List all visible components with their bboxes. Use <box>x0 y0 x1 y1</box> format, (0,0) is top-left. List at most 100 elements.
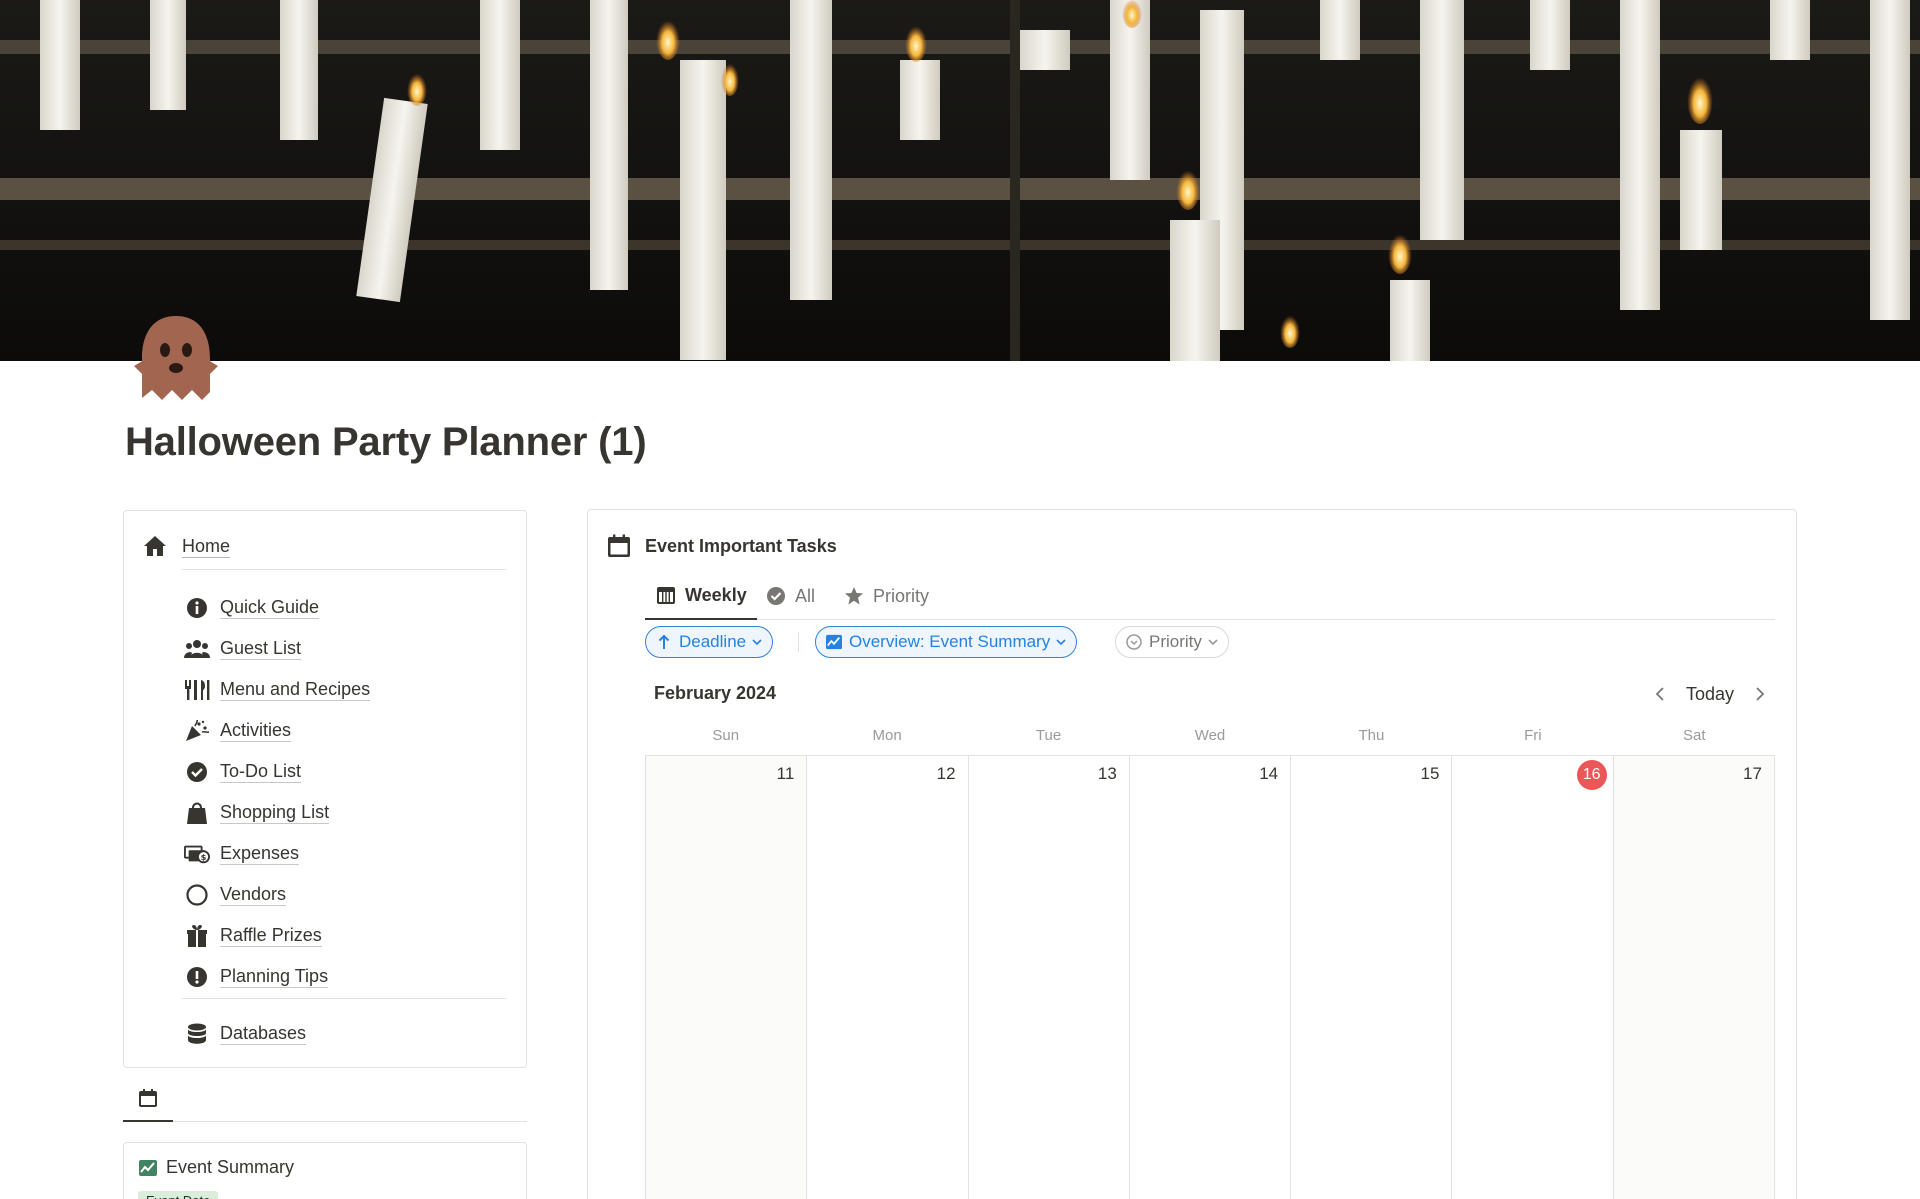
event-summary-card[interactable]: Event Summary Event Date <box>123 1142 527 1199</box>
pill-label: Deadline <box>679 632 747 651</box>
party-popper-icon <box>184 718 210 744</box>
weekday-header: Sun Mon Tue Wed Thu Fri Sat <box>645 720 1775 756</box>
nav-item-label: Quick Guide <box>220 597 320 619</box>
nav-item-vendors[interactable]: Vendors <box>184 874 504 915</box>
calendar-title: Event Important Tasks <box>645 535 837 556</box>
event-summary-label: Event Summary <box>166 1157 295 1177</box>
tab-all[interactable]: All <box>765 572 815 620</box>
nav-item-label: Planning Tips <box>220 966 329 988</box>
day-cell[interactable]: 11 <box>645 756 808 1199</box>
info-icon <box>184 595 210 621</box>
calendar-navigation: Today <box>1648 680 1772 708</box>
tab-priority[interactable]: Priority <box>843 572 929 620</box>
pill-label: Priority <box>1149 632 1202 651</box>
nav-item-to-do-list[interactable]: To-Do List <box>184 751 504 792</box>
calendar-icon <box>605 532 633 560</box>
nav-item-label: Vendors <box>220 884 287 906</box>
tab-label: All <box>795 585 816 606</box>
chevron-right-icon[interactable] <box>1748 680 1772 708</box>
event-summary-title: Event Summary <box>138 1157 294 1178</box>
nav-item-label: Guest List <box>220 638 302 660</box>
circle-icon <box>184 882 210 908</box>
summary-view-tabs <box>123 1080 527 1122</box>
calendar-header: Event Important Tasks <box>605 532 837 560</box>
priority-filter-pill[interactable]: Priority <box>1115 626 1229 658</box>
week-grid: 11 12 13 14 15 16 17 <box>645 756 1775 1199</box>
calendar-icon <box>138 1088 158 1113</box>
day-number: 12 <box>936 764 956 783</box>
nav-item-activities[interactable]: Activities <box>184 710 504 751</box>
candles-photo <box>0 0 1920 361</box>
nav-item-label: Activities <box>220 720 292 742</box>
ghost-icon[interactable] <box>128 312 224 408</box>
divider <box>182 569 506 570</box>
tab-calendar[interactable] <box>123 1080 173 1122</box>
weekday-label: Mon <box>872 727 902 744</box>
day-cell[interactable]: 17 <box>1613 756 1775 1199</box>
nav-item-quick-guide[interactable]: Quick Guide <box>184 587 504 628</box>
check-circle-icon <box>184 759 210 785</box>
chart-icon <box>138 1158 158 1178</box>
exclamation-icon <box>184 964 210 990</box>
chevron-down-icon <box>1056 638 1066 646</box>
gift-icon <box>184 923 210 949</box>
view-tabs: Weekly All Priority <box>645 572 1775 620</box>
month-label: February 2024 <box>654 683 777 703</box>
divider <box>182 998 506 999</box>
day-number: 17 <box>1743 764 1762 783</box>
chevron-down-icon <box>1208 638 1218 646</box>
nav-item-shopping-list[interactable]: Shopping List <box>184 792 504 833</box>
nav-item-label: Menu and Recipes <box>220 679 371 701</box>
weekday-label: Sun <box>712 727 740 744</box>
money-icon: $ <box>184 841 210 867</box>
cover-image <box>0 0 1920 361</box>
tab-weekly[interactable]: Weekly <box>645 572 757 620</box>
day-number: 15 <box>1420 764 1440 783</box>
nav-home-label: Home <box>182 535 231 558</box>
nav-item-label: Shopping List <box>220 802 330 824</box>
day-cell[interactable]: 16 <box>1452 756 1614 1199</box>
tab-label: Weekly <box>685 584 747 605</box>
day-cell[interactable]: 13 <box>968 756 1130 1199</box>
event-date-tag: Event Date <box>138 1191 219 1199</box>
weekday-label: Sat <box>1682 727 1706 744</box>
utensils-icon <box>184 677 210 703</box>
day-cell[interactable]: 14 <box>1129 756 1292 1199</box>
nav-item-databases[interactable]: Databases <box>184 1013 307 1054</box>
day-number: 14 <box>1259 764 1279 783</box>
today-button[interactable]: Today <box>1686 684 1734 705</box>
nav-item-label: Raffle Prizes <box>220 925 322 947</box>
weekday-label: Fri <box>1524 727 1542 744</box>
nav-item-label: To-Do List <box>220 761 302 783</box>
star-icon <box>843 585 865 607</box>
day-number: 11 <box>776 764 795 783</box>
house-icon <box>142 533 168 559</box>
weekday-label: Wed <box>1194 727 1226 744</box>
weekday-label: Thu <box>1358 727 1385 744</box>
nav-item-guest-list[interactable]: Guest List <box>184 628 504 669</box>
nav-item-label: Expenses <box>220 843 300 865</box>
divider <box>798 632 799 652</box>
today-day-number: 16 <box>1576 760 1607 790</box>
nav-item-raffle-prizes[interactable]: Raffle Prizes <box>184 915 504 956</box>
day-cell[interactable]: 12 <box>807 756 969 1199</box>
navigation-card: Home Quick Guide Guest List Menu and Rec… <box>123 510 527 1068</box>
overview-filter-pill[interactable]: Overview: Event Summary <box>815 626 1078 658</box>
arrow-up-icon <box>656 634 672 650</box>
nav-home-link[interactable]: Home <box>142 531 231 561</box>
chevron-down-icon <box>752 638 762 646</box>
sort-deadline-pill[interactable]: Deadline <box>645 626 774 658</box>
pill-label: Overview: Event Summary <box>849 632 1051 651</box>
nav-list: Quick Guide Guest List Menu and Recipes … <box>184 587 504 997</box>
nav-item-menu-and-recipes[interactable]: Menu and Recipes <box>184 669 504 710</box>
chevron-left-icon[interactable] <box>1648 680 1672 708</box>
page-title: Halloween Party Planner (1) <box>125 420 647 464</box>
day-cell[interactable]: 15 <box>1291 756 1453 1199</box>
shopping-bag-icon <box>184 800 210 826</box>
nav-item-expenses[interactable]: $ Expenses <box>184 833 504 874</box>
select-circle-icon <box>1126 634 1142 650</box>
database-icon <box>184 1021 210 1047</box>
svg-text:$: $ <box>201 852 207 862</box>
people-icon <box>184 636 210 662</box>
nav-item-planning-tips[interactable]: Planning Tips <box>184 956 504 997</box>
